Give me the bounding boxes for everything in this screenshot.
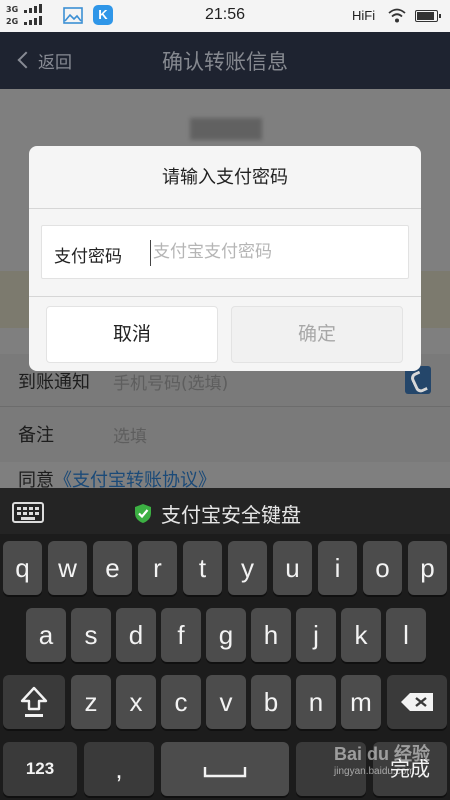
- key-v[interactable]: v: [206, 675, 246, 729]
- agreement-link[interactable]: 《支付宝转账协议》: [54, 470, 216, 488]
- wifi-icon: [388, 8, 406, 23]
- key-o[interactable]: o: [363, 541, 402, 595]
- keyboard-brand: 支付宝安全键盘: [134, 499, 301, 528]
- key-q[interactable]: q: [3, 541, 42, 595]
- text-cursor: [150, 240, 151, 266]
- key-z[interactable]: z: [71, 675, 111, 729]
- baidu-jingyan-watermark: Bai du 经验 jingyan.baidu.com: [334, 740, 430, 777]
- agreement-prefix: 同意: [18, 470, 54, 488]
- password-field-label: 支付密码: [54, 247, 122, 267]
- key-j[interactable]: j: [296, 608, 336, 662]
- keyboard-title: 支付宝安全键盘: [161, 503, 301, 527]
- comma-key[interactable]: ,: [84, 742, 154, 796]
- status-bar: 3G 2G K 21:56 HiFi: [0, 0, 450, 32]
- key-c[interactable]: c: [161, 675, 201, 729]
- key-s[interactable]: s: [71, 608, 111, 662]
- key-x[interactable]: x: [116, 675, 156, 729]
- battery-icon: [415, 10, 441, 22]
- dialog-title: 请输入支付密码: [29, 146, 421, 209]
- remark-label: 备注: [18, 425, 54, 446]
- key-g[interactable]: g: [206, 608, 246, 662]
- confirm-button[interactable]: 确定: [231, 306, 403, 363]
- key-n[interactable]: n: [296, 675, 336, 729]
- watermark-url: jingyan.baidu.com: [334, 766, 415, 777]
- agreement-row: 同意《支付宝转账协议》: [0, 462, 450, 488]
- key-f[interactable]: f: [161, 608, 201, 662]
- phone-input[interactable]: 手机号码(选填): [113, 369, 228, 394]
- numbers-key[interactable]: 123: [3, 742, 77, 796]
- shift-key[interactable]: [3, 675, 65, 729]
- remark-row: 备注 选填: [0, 407, 450, 459]
- key-d[interactable]: d: [116, 608, 156, 662]
- key-u[interactable]: u: [273, 541, 312, 595]
- password-dialog: 请输入支付密码 支付密码 取消 确定: [29, 146, 421, 371]
- page-title: 确认转账信息: [162, 50, 288, 74]
- key-w[interactable]: w: [48, 541, 87, 595]
- key-k[interactable]: k: [341, 608, 381, 662]
- cancel-button[interactable]: 取消: [46, 306, 218, 363]
- watermark-brand: Bai du 经验: [334, 744, 431, 764]
- key-p[interactable]: p: [408, 541, 447, 595]
- key-y[interactable]: y: [228, 541, 267, 595]
- keyboard-icon[interactable]: [12, 502, 44, 523]
- recipient-name-blurred: [190, 118, 262, 140]
- key-m[interactable]: m: [341, 675, 381, 729]
- password-input[interactable]: [153, 242, 393, 262]
- keyboard-header: 支付宝安全键盘: [0, 488, 450, 534]
- space-key[interactable]: [161, 742, 289, 796]
- backspace-icon: [401, 693, 433, 711]
- key-i[interactable]: i: [318, 541, 357, 595]
- shift-icon: [20, 686, 48, 717]
- notify-label: 到账通知: [18, 372, 90, 393]
- key-t[interactable]: t: [183, 541, 222, 595]
- key-a[interactable]: a: [26, 608, 66, 662]
- key-l[interactable]: l: [386, 608, 426, 662]
- space-icon: [203, 767, 247, 778]
- key-e[interactable]: e: [93, 541, 132, 595]
- key-h[interactable]: h: [251, 608, 291, 662]
- backspace-key[interactable]: [387, 675, 447, 729]
- hifi-indicator: HiFi: [352, 8, 376, 23]
- nav-bar: 返回 确认转账信息: [0, 32, 450, 89]
- shield-check-icon: [135, 504, 151, 523]
- dialog-divider: [29, 296, 421, 297]
- key-b[interactable]: b: [251, 675, 291, 729]
- password-field[interactable]: 支付密码: [41, 225, 409, 279]
- key-r[interactable]: r: [138, 541, 177, 595]
- clock: 21:56: [204, 6, 246, 23]
- agreement-text: 同意《支付宝转账协议》: [18, 466, 216, 488]
- remark-input[interactable]: 选填: [113, 422, 147, 447]
